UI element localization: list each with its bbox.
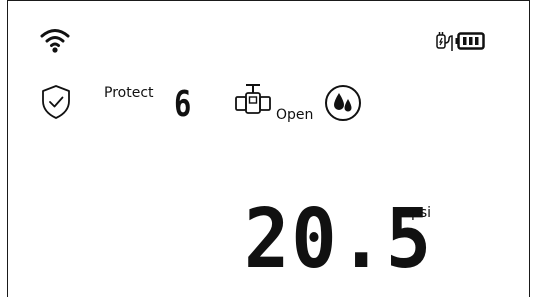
valve-state-label: Open: [276, 107, 314, 123]
valve-icon: [234, 83, 272, 117]
protect-label: Protect: [104, 85, 154, 101]
pressure-value-display: 20.5: [244, 192, 434, 287]
battery-icon: [455, 32, 485, 50]
display-panel: Protect 6 Open 20.5 psi: [7, 0, 530, 297]
pressure-unit-label: psi: [411, 205, 432, 221]
water-drops-icon: [324, 84, 362, 122]
shield-check-icon: [40, 84, 72, 120]
wifi-icon: [39, 26, 71, 54]
protection-level-display: 6: [174, 84, 192, 125]
power-adapter-icon: [435, 31, 455, 53]
